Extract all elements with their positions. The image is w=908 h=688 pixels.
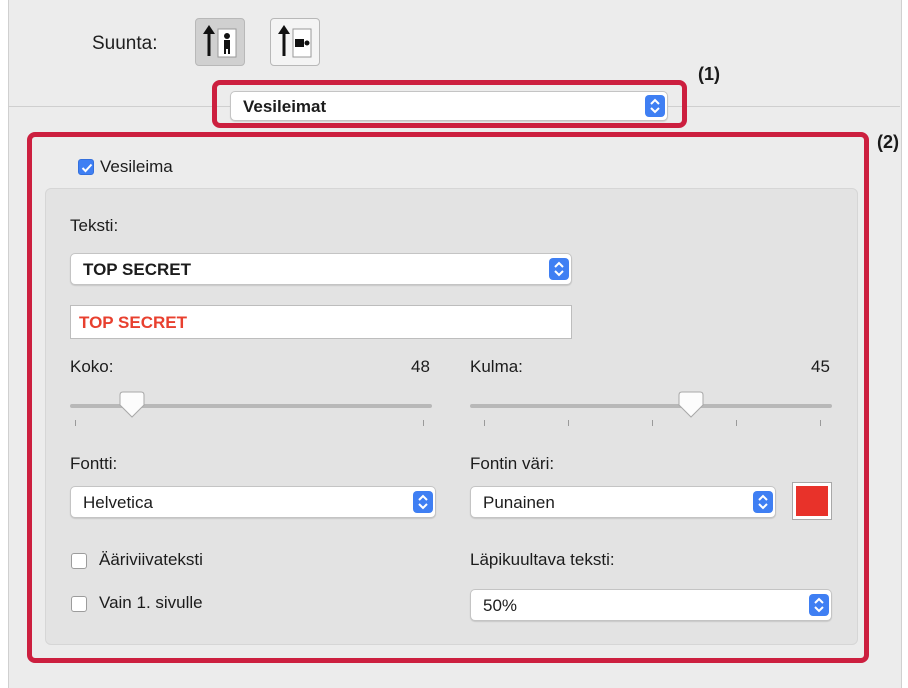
portrait-orientation-icon	[203, 25, 237, 58]
transparency-select-chevron-icon	[809, 594, 829, 616]
font-color-select[interactable]: Punainen	[470, 486, 776, 518]
font-color-swatch-fill	[796, 486, 828, 516]
angle-slider-track[interactable]	[470, 404, 832, 408]
font-label: Fontti:	[70, 454, 118, 473]
orientation-label: Suunta:	[92, 33, 158, 54]
angle-value: 45	[811, 357, 830, 376]
landscape-orientation-icon	[278, 25, 312, 58]
font-select[interactable]: Helvetica	[70, 486, 436, 518]
checkmark-icon	[81, 163, 93, 173]
angle-slider-tick	[820, 420, 821, 426]
size-slider-thumb[interactable]	[117, 391, 147, 421]
font-select-value: Helvetica	[83, 493, 153, 512]
callout-1-label: (1)	[698, 64, 720, 84]
angle-slider-thumb[interactable]	[676, 391, 706, 421]
callout-2-label: (2)	[877, 132, 899, 152]
font-color-select-chevron-icon	[753, 491, 773, 513]
watermark-checkbox[interactable]	[78, 159, 94, 175]
transparency-label: Läpikuultava teksti:	[470, 550, 615, 569]
text-select-value: TOP SECRET	[83, 260, 192, 279]
font-color-label: Fontin väri:	[470, 454, 555, 473]
font-select-chevron-icon	[413, 491, 433, 513]
size-value: 48	[411, 357, 430, 376]
first-page-only-label: Vain 1. sivulle	[99, 593, 203, 612]
angle-label: Kulma:	[470, 357, 523, 376]
text-select[interactable]: TOP SECRET	[70, 253, 572, 285]
transparency-select[interactable]: 50%	[470, 589, 832, 621]
size-label: Koko:	[70, 357, 114, 376]
font-color-swatch[interactable]	[792, 482, 832, 520]
watermark-text-input-value: TOP SECRET	[79, 313, 188, 332]
panel-select[interactable]: Vesileimat	[230, 91, 668, 121]
outline-text-checkbox[interactable]	[71, 553, 87, 569]
angle-slider-tick	[484, 420, 485, 426]
angle-slider-tick	[652, 420, 653, 426]
outline-text-label: Ääriviivateksti	[99, 550, 203, 569]
size-slider-tick	[75, 420, 76, 426]
panel-select-value: Vesileimat	[243, 97, 327, 116]
landscape-orientation-button[interactable]	[270, 18, 320, 66]
panel-select-chevron-icon	[645, 95, 665, 117]
size-slider-tick	[423, 420, 424, 426]
text-label: Teksti:	[70, 216, 119, 235]
portrait-orientation-button[interactable]	[195, 18, 245, 66]
watermark-text-input[interactable]: TOP SECRET	[70, 305, 572, 339]
angle-slider-tick	[736, 420, 737, 426]
text-select-chevron-icon	[549, 258, 569, 280]
angle-slider-tick	[568, 420, 569, 426]
first-page-only-checkbox[interactable]	[71, 596, 87, 612]
font-color-select-value: Punainen	[483, 493, 555, 512]
transparency-select-value: 50%	[483, 596, 518, 615]
watermark-checkbox-label: Vesileima	[100, 157, 173, 176]
